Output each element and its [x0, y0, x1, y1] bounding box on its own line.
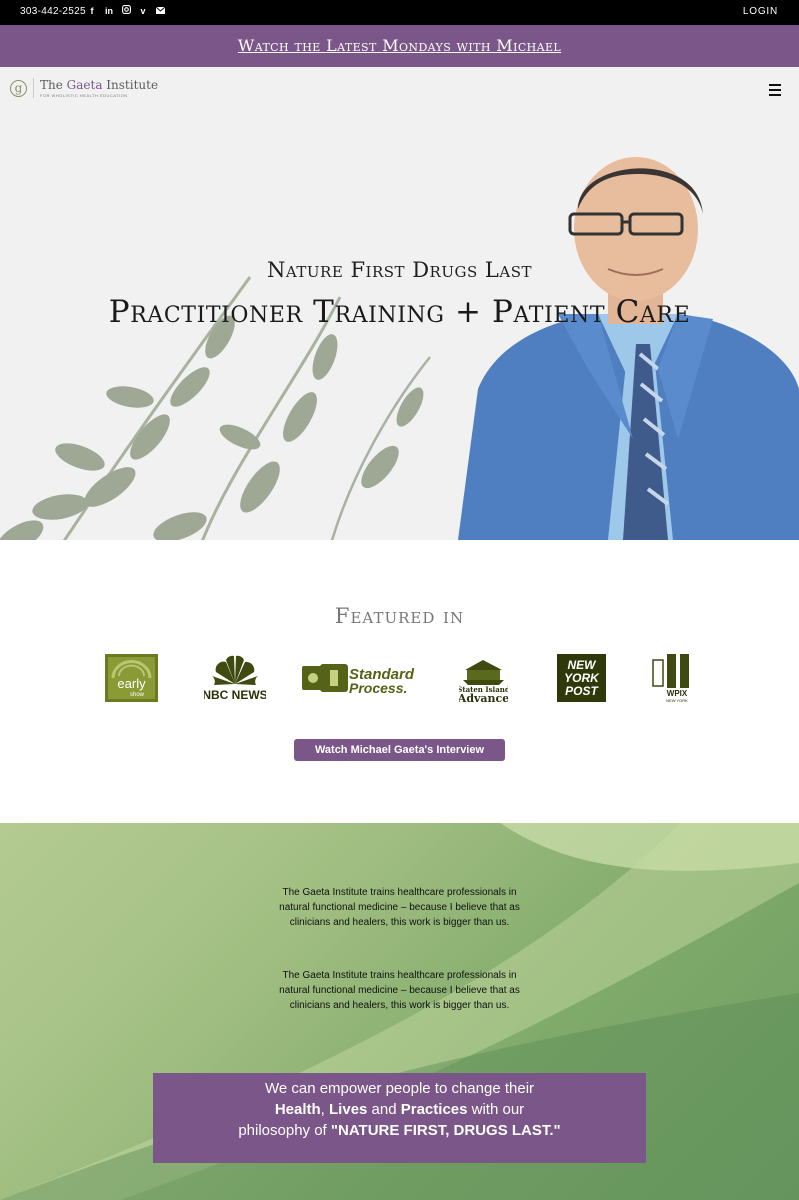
mondays-with-michael-link[interactable]: Watch the Latest Mondays with Michael	[0, 36, 799, 55]
mission-paragraph-1: The Gaeta Institute trains healthcare pr…	[279, 887, 520, 928]
featured-title: Featured in	[334, 604, 465, 628]
top-bar: 303-442-2525 f in v LOGIN	[0, 0, 799, 25]
gaeta-institute-logo[interactable]: g The Gaeta Institute FOR WHOLISTIC HEAL…	[10, 78, 158, 98]
linkedin-icon[interactable]: in	[104, 5, 114, 17]
logo-tagline: FOR WHOLISTIC HEALTH EDUCATION	[40, 93, 128, 98]
early-show-logo: early show	[105, 654, 158, 702]
svg-text:POST: POST	[565, 684, 599, 698]
social-links: f in v	[87, 5, 165, 17]
hero-subtitle: Nature First Drugs Last	[267, 258, 532, 282]
hero-title: Practitioner Training + Patient Care	[108, 294, 691, 330]
svg-text:WPIX: WPIX	[667, 689, 688, 698]
svg-text:Advance: Advance	[459, 692, 508, 704]
svg-text:NEW YORK: NEW YORK	[666, 698, 688, 703]
plant-image	[0, 276, 431, 540]
standard-process-logo: Standard Process.	[302, 664, 415, 696]
svg-text:show: show	[130, 692, 145, 698]
watch-interview-button[interactable]: Watch Michael Gaeta's Interview	[294, 739, 505, 761]
svg-text:NEW: NEW	[568, 658, 598, 672]
nbc-news-logo: NBC NEWS	[204, 655, 266, 702]
logo-mark: g	[10, 80, 27, 97]
hamburger-menu-icon[interactable]	[769, 84, 781, 96]
svg-text:Process.: Process.	[349, 680, 407, 696]
logo-name: The Gaeta Institute	[40, 78, 159, 92]
svg-text:early: early	[117, 676, 146, 691]
svg-text:YORK: YORK	[564, 671, 600, 685]
mission-paragraph-2: The Gaeta Institute trains healthcare pr…	[279, 970, 520, 1011]
philosophy-quote: We can empower people to change their He…	[153, 1073, 646, 1163]
facebook-icon[interactable]: f	[87, 5, 97, 17]
instagram-icon[interactable]	[121, 5, 131, 17]
wpix-logo: WPIX NEW YORK	[652, 654, 689, 703]
login-link[interactable]: LOGIN	[743, 6, 778, 17]
new-york-post-logo: NEW YORK POST	[557, 654, 606, 702]
svg-text:NBC NEWS: NBC NEWS	[204, 688, 266, 702]
press-logos: early show NBC NEWS Standard Process. St…	[0, 652, 799, 704]
featured-in-section: Featured in early show NBC NEWS Standard…	[0, 540, 799, 824]
hero-section: g The Gaeta Institute FOR WHOLISTIC HEAL…	[0, 67, 799, 540]
announcement-banner: Watch the Latest Mondays with Michael	[0, 25, 799, 67]
vimeo-icon[interactable]: v	[138, 5, 148, 17]
mission-section: The Gaeta Institute trains healthcare pr…	[0, 823, 799, 1200]
email-icon[interactable]	[155, 5, 165, 17]
michael-gaeta-photo	[458, 139, 799, 540]
phone-number[interactable]: 303-442-2525	[20, 6, 86, 17]
staten-island-advance-logo: Staten Island Advance	[459, 660, 508, 704]
